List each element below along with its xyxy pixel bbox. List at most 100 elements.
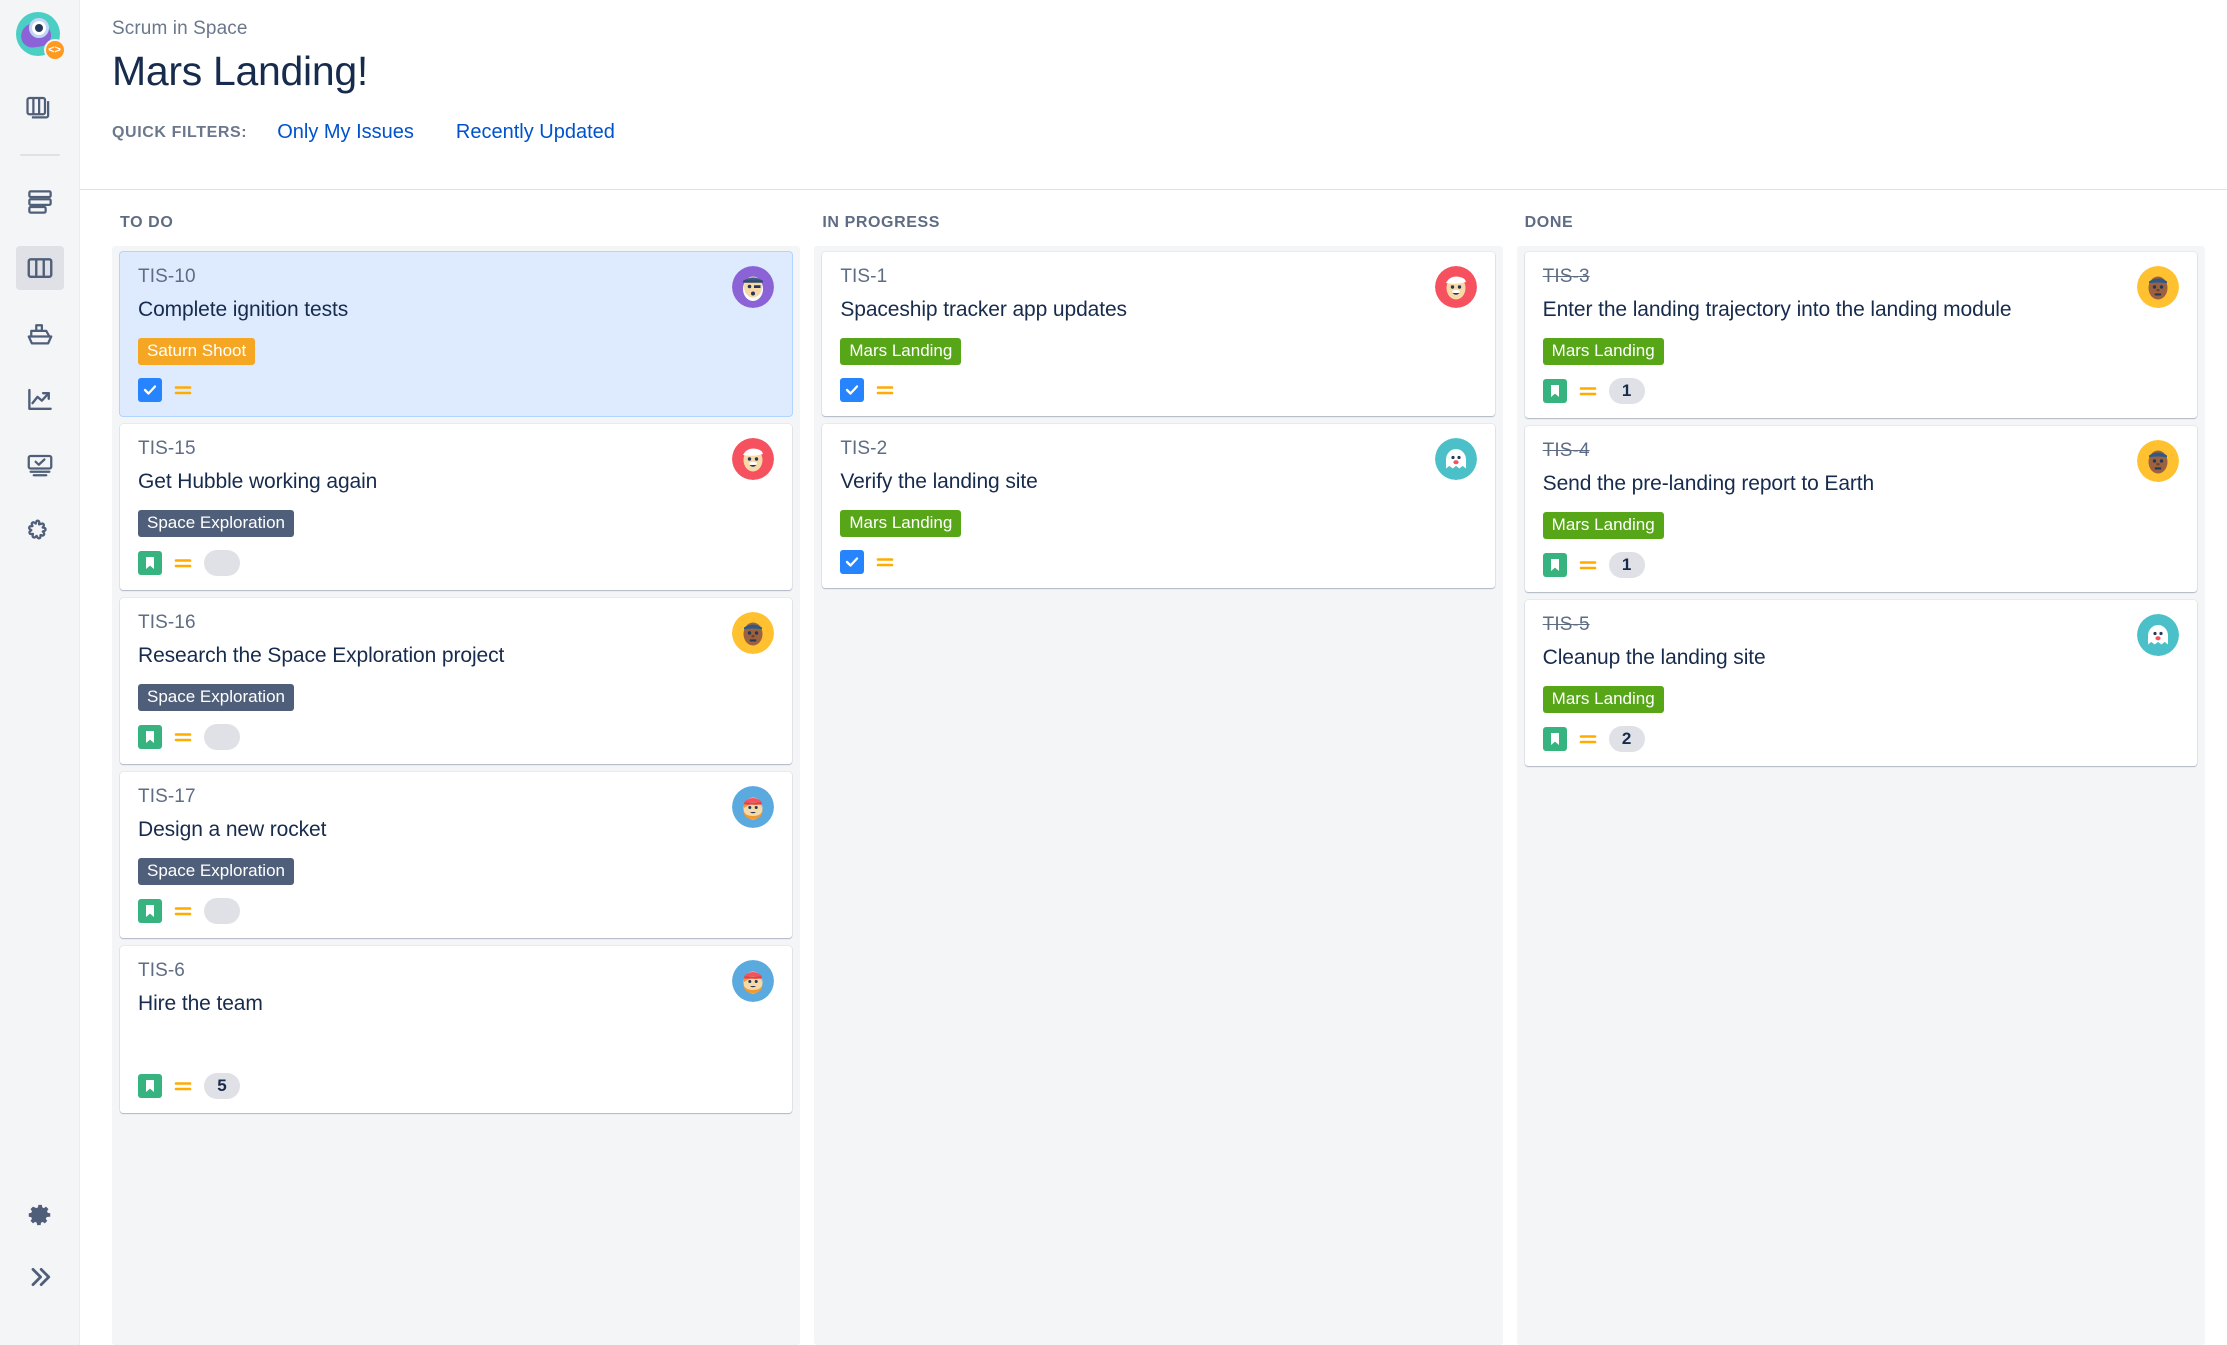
issue-card-tis-15[interactable]: TIS-15 Get Hubble working again Space Expl… xyxy=(120,424,793,591)
sidebar-item-issues[interactable] xyxy=(16,444,64,488)
quick-filter-recently-updated[interactable]: Recently Updated xyxy=(456,121,615,144)
epic-tag[interactable]: Saturn Shoot xyxy=(138,337,256,366)
task-type-icon[interactable] xyxy=(840,378,865,403)
story-type-icon[interactable] xyxy=(138,551,162,576)
card-footer: 1 xyxy=(1542,378,2181,405)
issue-summary: Spaceship tracker app updates xyxy=(840,298,1127,321)
quick-filter-only-my-issues[interactable]: Only My Issues xyxy=(277,121,414,144)
story-type-icon[interactable] xyxy=(138,899,162,924)
app-root: <> Scrum in Space Mars Landing! QUICK FI… xyxy=(0,0,2227,1345)
story-point-estimate[interactable]: 2 xyxy=(1608,726,1645,753)
column-dropzone-inprogress[interactable]: TIS-1 Spaceship tracker app updates Mars L… xyxy=(814,246,1503,1345)
sidebar-item-add-item[interactable] xyxy=(16,510,64,554)
epic-tag[interactable]: Space Exploration xyxy=(138,509,294,538)
chart-trend-icon xyxy=(25,385,55,415)
sidebar-item-active-sprints[interactable] xyxy=(15,246,64,290)
assignee-avatar[interactable] xyxy=(2136,440,2179,483)
issue-card-tis-2[interactable]: TIS-2 Verify the landing site Mars Landing xyxy=(822,424,1495,589)
issue-key[interactable]: TIS-4 xyxy=(1543,440,2181,462)
sidebar-item-boards[interactable] xyxy=(16,86,64,130)
epic-tag[interactable]: Space Exploration xyxy=(138,683,294,712)
main-area: Scrum in Space Mars Landing! QUICK FILTE… xyxy=(80,0,2227,1345)
column-header-inprogress: IN PROGRESS xyxy=(822,214,941,231)
priority-medium-icon[interactable] xyxy=(172,726,194,748)
task-type-icon[interactable] xyxy=(138,378,162,403)
card-footer xyxy=(138,724,776,751)
story-point-estimate[interactable] xyxy=(204,724,240,751)
issue-key[interactable]: TIS-3 xyxy=(1543,266,2181,288)
priority-medium-icon[interactable] xyxy=(874,379,896,401)
assignee-avatar[interactable] xyxy=(2136,266,2179,308)
issue-card-tis-4[interactable]: TIS-4 Send the pre-landing report to Eart… xyxy=(1524,426,2197,593)
issue-key[interactable]: TIS-15 xyxy=(138,438,776,460)
story-point-estimate[interactable] xyxy=(204,550,240,577)
story-point-estimate[interactable]: 5 xyxy=(204,1072,240,1099)
issue-summary: Send the pre-landing report to Earth xyxy=(1542,472,1875,496)
story-type-icon[interactable] xyxy=(1542,727,1567,752)
expand-sidebar-button[interactable] xyxy=(16,1255,64,1299)
priority-medium-icon[interactable] xyxy=(874,551,896,573)
issue-summary: Get Hubble working again xyxy=(138,470,378,494)
sidebar-item-settings[interactable] xyxy=(16,1193,64,1237)
issue-card-tis-3[interactable]: TIS-3 Enter the landing trajectory into t… xyxy=(1524,252,2197,419)
issue-key[interactable]: TIS-6 xyxy=(138,960,776,982)
assignee-avatar[interactable] xyxy=(1434,266,1477,308)
issue-summary: Research the Space Exploration project xyxy=(138,644,505,668)
issue-card-tis-5[interactable]: TIS-5 Cleanup the landing site Mars Landin… xyxy=(1524,600,2197,767)
issue-key[interactable]: TIS-17 xyxy=(138,786,776,808)
assignee-avatar[interactable] xyxy=(1434,438,1477,481)
card-footer xyxy=(138,898,776,925)
issue-key[interactable]: TIS-2 xyxy=(840,438,1478,460)
column-header-done: DONE xyxy=(1524,214,1574,231)
priority-medium-icon[interactable] xyxy=(172,552,194,574)
epic-tag[interactable]: Mars Landing xyxy=(840,509,962,538)
issue-card-tis-17[interactable]: TIS-17 Design a new rocket Space Explorati… xyxy=(120,772,793,939)
issue-key[interactable]: TIS-10 xyxy=(138,266,776,288)
task-type-icon[interactable] xyxy=(840,550,865,575)
epic-tag[interactable]: Mars Landing xyxy=(1542,685,1664,714)
priority-medium-icon[interactable] xyxy=(172,379,194,401)
priority-medium-icon[interactable] xyxy=(1577,380,1599,402)
card-footer xyxy=(840,550,1478,575)
column-dropzone-done[interactable]: TIS-3 Enter the landing trajectory into t… xyxy=(1516,246,2205,1345)
priority-medium-icon[interactable] xyxy=(1577,728,1599,750)
page-title: Mars Landing! xyxy=(112,48,368,94)
project-logo[interactable]: <> xyxy=(15,12,66,61)
assignee-avatar[interactable] xyxy=(2136,614,2179,657)
column-dropzone-todo[interactable]: TIS-10 Complete ignition tests Saturn Shoo… xyxy=(112,246,801,1345)
backlog-icon xyxy=(25,187,55,217)
issue-card-tis-1[interactable]: TIS-1 Spaceship tracker app updates Mars L… xyxy=(822,252,1495,417)
priority-medium-icon[interactable] xyxy=(172,1075,194,1097)
story-type-icon[interactable] xyxy=(1542,379,1567,404)
issue-summary: Design a new rocket xyxy=(138,818,327,842)
story-point-estimate[interactable]: 1 xyxy=(1608,378,1645,405)
issue-card-tis-16[interactable]: TIS-16 Research the Space Exploration pro… xyxy=(120,598,793,765)
story-point-estimate[interactable] xyxy=(204,898,240,925)
issue-card-tis-6[interactable]: TIS-6 Hire the team 5 xyxy=(120,946,793,1113)
epic-tag[interactable]: Space Exploration xyxy=(138,858,294,886)
board-column-todo: TO DO TIS-10 Complete ignition tests Saturn… xyxy=(112,190,801,1345)
scrum-board: TO DO TIS-10 Complete ignition tests Saturn… xyxy=(80,190,2227,1345)
epic-tag[interactable]: Mars Landing xyxy=(1542,511,1664,540)
story-type-icon[interactable] xyxy=(138,1073,162,1098)
issue-summary: Verify the landing site xyxy=(840,470,1038,494)
breadcrumb[interactable]: Scrum in Space xyxy=(112,18,2227,40)
story-point-estimate[interactable]: 1 xyxy=(1608,552,1645,579)
epic-tag[interactable]: Mars Landing xyxy=(840,337,962,366)
priority-medium-icon[interactable] xyxy=(172,900,194,922)
issue-summary: Complete ignition tests xyxy=(138,298,349,321)
issue-key[interactable]: TIS-5 xyxy=(1543,614,2181,636)
issue-key[interactable]: TIS-1 xyxy=(840,266,1478,288)
issue-card-tis-10[interactable]: TIS-10 Complete ignition tests Saturn Shoo… xyxy=(120,252,793,417)
epic-tag[interactable]: Mars Landing xyxy=(1542,337,1664,366)
sidebar-item-reports[interactable] xyxy=(16,378,64,422)
sidebar-item-backlog[interactable] xyxy=(16,180,64,224)
sidebar: <> xyxy=(0,0,80,1345)
issue-key[interactable]: TIS-16 xyxy=(138,612,776,634)
sidebar-item-releases[interactable] xyxy=(16,312,64,356)
story-type-icon[interactable] xyxy=(1542,553,1567,578)
story-type-icon[interactable] xyxy=(138,725,162,750)
gear-icon xyxy=(25,1200,55,1230)
chevron-double-right-icon xyxy=(26,1263,54,1291)
priority-medium-icon[interactable] xyxy=(1577,554,1599,576)
